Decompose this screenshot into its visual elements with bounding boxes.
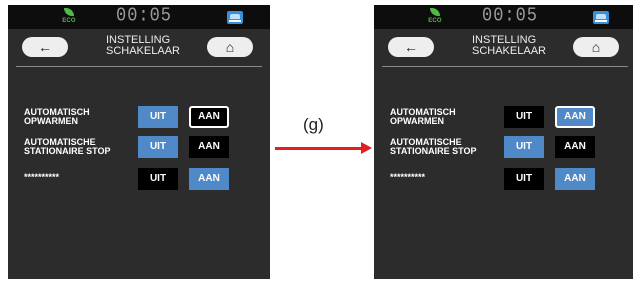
setting-label-idle-stop: AUTOMATISCHE STATIONAIRE STOP [24,137,111,156]
arrow-right-icon [361,142,372,154]
home-button[interactable]: ⌂ [573,37,619,57]
page-title: INSTELLING SCHAKELAAR [472,34,546,57]
step-label: (g) [303,115,324,134]
eco-icon: ECO [61,8,77,26]
clock: 00:05 [482,5,539,28]
back-button[interactable]: ← [22,37,68,57]
masked-off-button[interactable]: UIT [138,168,178,190]
setting-label-auto-warmup: AUTOMATISCH OPWARMEN [390,107,456,126]
home-button[interactable]: ⌂ [207,37,253,57]
auto-warmup-off-button[interactable]: UIT [504,106,544,128]
idle-stop-off-button[interactable]: UIT [138,136,178,158]
setting-label-auto-warmup: AUTOMATISCH OPWARMEN [24,107,90,126]
header: ← INSTELLING SCHAKELAAR ⌂ [8,29,270,65]
page-title: INSTELLING SCHAKELAAR [106,34,180,57]
screen-before: ECO 00:05 ← INSTELLING SCHAKELAAR ⌂ AUTO… [8,5,270,279]
eco-icon: ECO [427,8,443,26]
screen-after: ECO 00:05 ← INSTELLING SCHAKELAAR ⌂ AUTO… [374,5,633,279]
masked-on-button[interactable]: AAN [555,168,595,190]
divider [382,66,628,67]
status-bar: ECO 00:05 [8,5,270,29]
idle-stop-off-button[interactable]: UIT [504,136,544,158]
arrow-line [275,147,363,150]
status-bar: ECO 00:05 [374,5,633,29]
masked-on-button[interactable]: AAN [189,168,229,190]
clock: 00:05 [116,5,173,28]
idle-stop-on-button[interactable]: AAN [189,136,229,158]
back-button[interactable]: ← [388,37,434,57]
setting-label-masked: ********** [24,172,60,182]
header: ← INSTELLING SCHAKELAAR ⌂ [374,29,633,65]
idle-stop-on-button[interactable]: AAN [555,136,595,158]
car-icon [593,11,609,24]
divider [16,66,262,67]
auto-warmup-off-button[interactable]: UIT [138,106,178,128]
auto-warmup-on-button[interactable]: AAN [189,106,229,128]
masked-off-button[interactable]: UIT [504,168,544,190]
setting-label-idle-stop: AUTOMATISCHE STATIONAIRE STOP [390,137,477,156]
setting-label-masked: ********** [390,172,426,182]
auto-warmup-on-button[interactable]: AAN [555,106,595,128]
car-icon [227,11,243,24]
